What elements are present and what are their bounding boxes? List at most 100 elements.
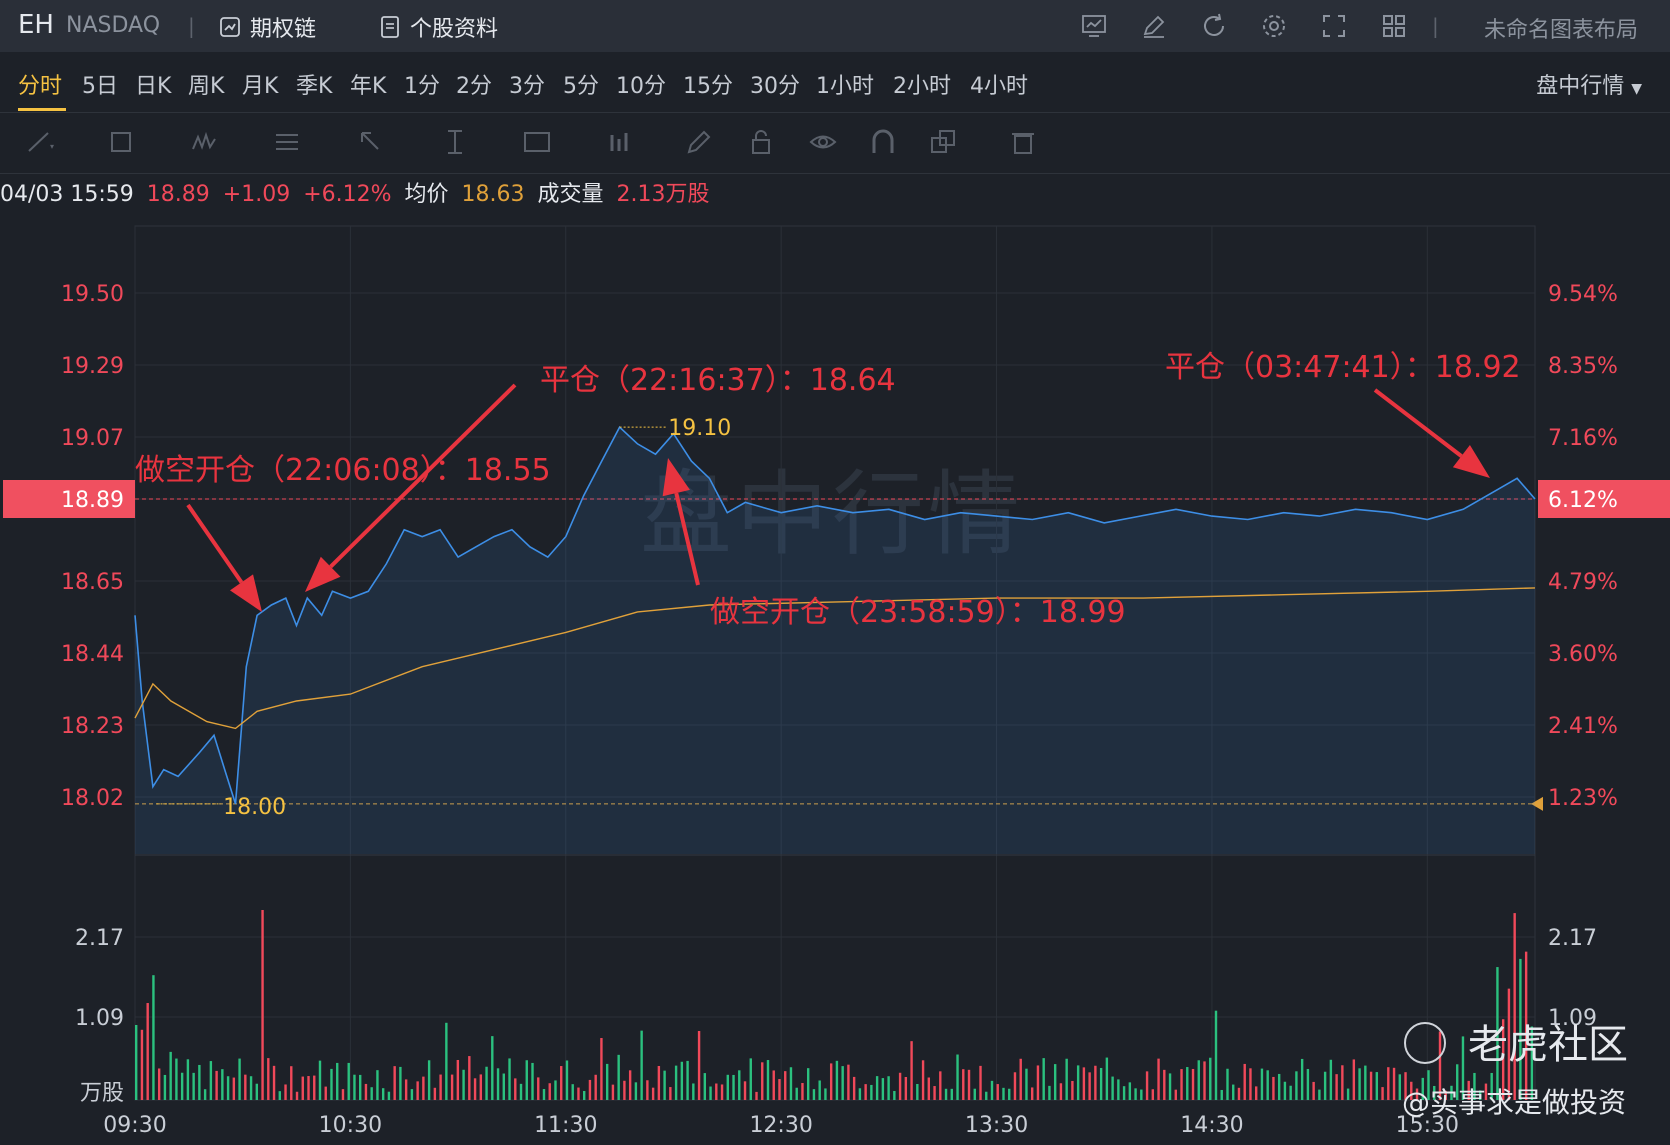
volume-bar [1266,1070,1269,1100]
volume-bar [565,1060,569,1100]
volume-bar [577,1087,580,1100]
volume-bar [703,1073,707,1100]
volume-bar [146,1003,149,1100]
volume-bar [1513,913,1516,1100]
volume-bar [893,1090,896,1100]
volume-bar [192,1072,195,1100]
volume-bar [950,1088,953,1100]
price-tick-label: 19.50 [61,282,124,307]
volume-bar [680,1061,684,1100]
volume-bar [313,1075,316,1100]
volume-bar [1065,1058,1068,1100]
volume-bar [990,1080,994,1100]
volume-bar [232,1077,236,1100]
volume-bar [1002,1087,1005,1100]
volume-bar [1306,1068,1310,1100]
trade-annotation: 平仓（03:47:41）：18.92 [1165,350,1521,385]
volume-bar [852,1076,856,1100]
volume-bar [726,1074,729,1100]
volume-bar [1145,1071,1149,1100]
volume-bar [1048,1085,1051,1100]
volume-bar [1191,1068,1195,1100]
volume-bar [1053,1064,1057,1100]
volume-bar [835,1060,839,1100]
volume-bar [261,910,264,1100]
volume-bar [140,1029,144,1100]
volume-bar [1387,1067,1390,1100]
volume-bar [628,1070,632,1100]
volume-bar [152,975,155,1100]
volume-bar [870,1084,873,1100]
trade-annotation: 平仓（22:16:37）：18.64 [540,363,896,398]
volume-bar [1163,1069,1166,1100]
volume-bar [215,1070,218,1100]
volume-bar [479,1074,483,1100]
volume-bar [502,1073,505,1100]
volume-bar [623,1080,626,1100]
volume-bar [1398,1074,1401,1100]
volume-bar [1094,1065,1097,1100]
volume-bar [881,1078,885,1100]
volume-bar [433,1087,437,1100]
volume-bar [255,1083,259,1100]
volume-bar [1232,1084,1235,1100]
volume-bar [537,1077,540,1100]
volume-bar [858,1088,862,1100]
volume-bar [571,1084,574,1100]
close-arrow-2-head [1452,445,1490,478]
volume-bar [1358,1068,1361,1100]
volume-bar [272,1065,276,1100]
volume-bar [370,1087,373,1100]
volume-bar [715,1083,718,1100]
volume-bar [381,1088,385,1100]
volume-bar [198,1064,201,1100]
volume-bar [807,1068,810,1100]
volume-bar [485,1066,488,1100]
volume-bar [1111,1076,1114,1100]
brand-name: 老虎社区 [1468,1022,1628,1068]
volume-bar [450,1074,454,1100]
pct-tick-label: 3.60% [1548,642,1618,667]
volume-bar [1226,1068,1229,1100]
volume-bar [973,1088,976,1100]
volume-bar [588,1079,592,1100]
volume-bar [244,1074,247,1100]
volume-bar [508,1058,511,1100]
pct-tick-label: 4.79% [1548,570,1618,595]
volume-bar [778,1079,781,1100]
volume-bar [594,1074,597,1100]
volume-bar [1214,1010,1218,1100]
volume-bar [531,1062,534,1100]
volume-bar [1272,1076,1275,1100]
volume-bar [824,1088,827,1100]
short-arrow-1-head [230,574,262,612]
volume-bar [927,1077,931,1100]
volume-bar [1283,1081,1287,1100]
volume-bar [318,1060,322,1100]
volume-bar [1346,1088,1350,1100]
volume-bar [1025,1068,1028,1100]
volume-bar [600,1038,603,1100]
volume-bar [387,1091,391,1100]
volume-bar [761,1062,764,1100]
volume-bar [933,1086,936,1100]
volume-bar [1341,1065,1344,1100]
volume-bar [1186,1067,1189,1100]
volume-bar [163,1074,167,1100]
volume-bar [1300,1058,1304,1100]
intraday-chart[interactable]: 19.50 19.29 19.07 18.65 18.44 18.23 18.02 9.54%… [0,0,1670,1145]
short-arrow-1-shaft [186,503,244,584]
volume-bar [347,1062,350,1100]
volume-bar [410,1089,414,1100]
volume-bar [336,1062,339,1100]
volume-bar [473,1078,477,1100]
high-label: 19.10 [668,416,731,441]
time-tick-label: 14:30 [1180,1113,1243,1138]
volume-bar [393,1066,396,1100]
volume-bar [1243,1063,1246,1100]
volume-bar [1209,1057,1212,1100]
volume-bar [519,1083,523,1100]
volume-bar [1059,1083,1063,1100]
volume-bar [221,1069,224,1100]
volume-bar [1318,1089,1321,1100]
